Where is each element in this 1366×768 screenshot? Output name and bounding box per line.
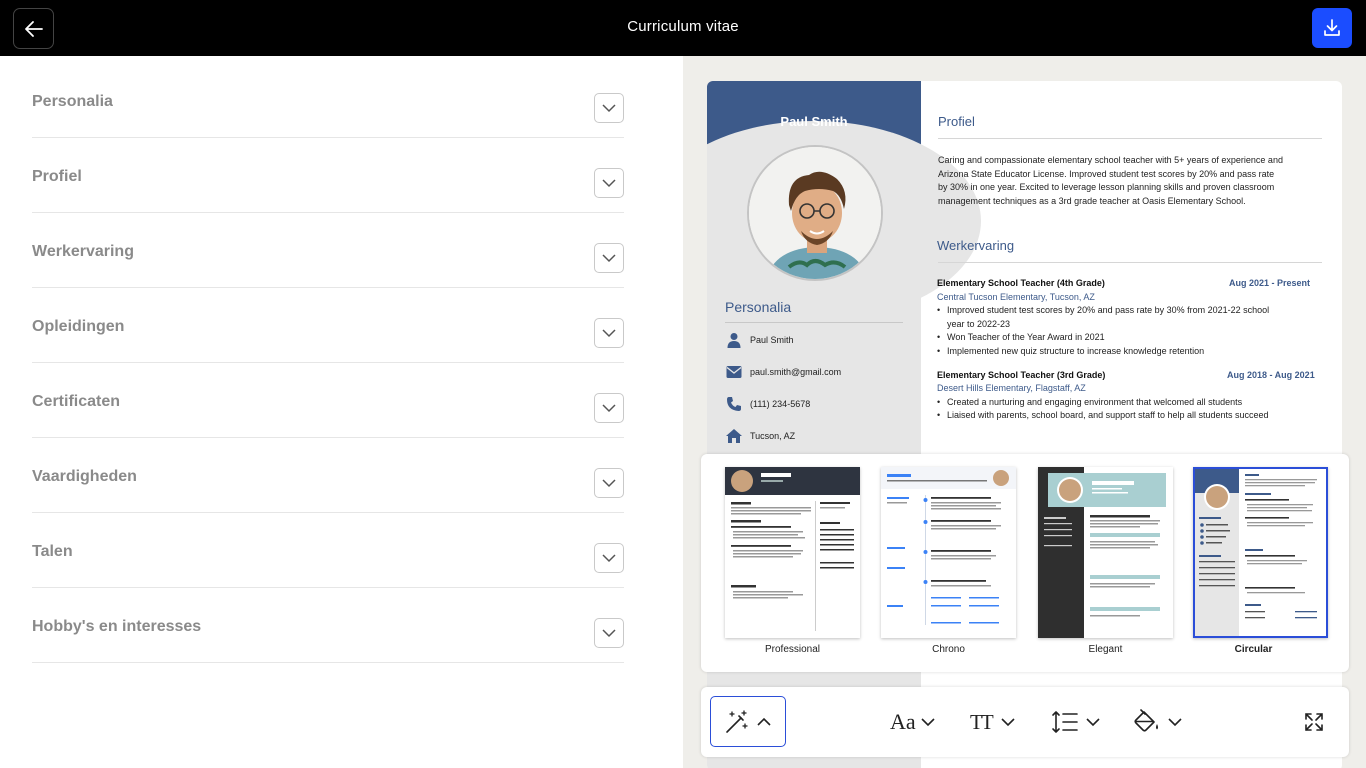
top-bar: Curriculum vitae: [0, 0, 1366, 56]
magic-wand-icon: [726, 709, 748, 733]
section-label: Certificaten: [32, 393, 121, 410]
chevron-down-icon: [602, 329, 616, 338]
expand-button[interactable]: [594, 93, 624, 123]
chevron-down-icon: [1001, 718, 1015, 727]
chevron-down-icon: [602, 179, 616, 188]
download-icon: [1324, 19, 1340, 36]
section-label: Hobby's en interesses: [32, 618, 202, 635]
expand-button[interactable]: [594, 618, 624, 648]
job-bullet: Created a nurturing and engaging environ…: [937, 396, 1287, 410]
section-label: Profiel: [32, 168, 82, 185]
template-label: Elegant: [1088, 644, 1123, 655]
expand-icon: [1305, 713, 1323, 731]
section-vaardigheden[interactable]: Vaardigheden: [32, 438, 624, 513]
expand-button[interactable]: [594, 543, 624, 573]
chevron-down-icon: [602, 104, 616, 113]
section-label: Opleidingen: [32, 318, 125, 335]
job-bullet: Implemented new quiz structure to increa…: [937, 345, 1287, 359]
job-company: Central Tucson Elementary, Tucson, AZ: [937, 292, 1095, 302]
job-bullet: Liaised with parents, school board, and …: [937, 409, 1287, 423]
cv-contact-name: Paul Smith: [725, 330, 905, 350]
expand-button[interactable]: [594, 243, 624, 273]
chevron-up-icon: [757, 717, 771, 726]
section-certificaten[interactable]: Certificaten: [32, 363, 624, 438]
section-profiel[interactable]: Profiel: [32, 138, 624, 213]
download-button[interactable]: [1312, 8, 1352, 48]
cv-contact-email: paul.smith@gmail.com: [725, 362, 905, 382]
style-toolbar: Aa TT: [701, 687, 1349, 757]
line-spacing-icon: [1052, 711, 1078, 733]
chevron-down-icon: [602, 629, 616, 638]
size-label: TT: [970, 709, 994, 734]
section-label: Talen: [32, 543, 73, 560]
chevron-down-icon: [602, 479, 616, 488]
job-date: Aug 2018 - Aug 2021: [1227, 370, 1315, 380]
font-label: Aa: [890, 709, 916, 734]
cv-personalia-title: Personalia: [725, 299, 792, 315]
template-label: Professional: [764, 644, 821, 655]
job-date: Aug 2021 - Present: [1229, 278, 1311, 288]
color-dropdown[interactable]: [1133, 705, 1183, 739]
fullscreen-button[interactable]: [1301, 709, 1327, 735]
job-title: Elementary School Teacher (4th Grade): [937, 278, 1105, 288]
template-elegant[interactable]: [1038, 467, 1173, 638]
job-title: Elementary School Teacher (3rd Grade): [937, 370, 1106, 380]
template-circular[interactable]: [1193, 467, 1328, 638]
section-hobbys[interactable]: Hobby's en interesses: [32, 588, 624, 663]
section-label: Vaardigheden: [32, 468, 137, 485]
chevron-down-icon: [1168, 718, 1182, 727]
section-talen[interactable]: Talen: [32, 513, 624, 588]
expand-button[interactable]: [594, 318, 624, 348]
expand-button[interactable]: [594, 168, 624, 198]
person-icon: [725, 331, 743, 349]
expand-button[interactable]: [594, 468, 624, 498]
editor-panel: Personalia Profiel Werkervaring Opleidin…: [0, 56, 683, 768]
chevron-down-icon: [1086, 718, 1100, 727]
font-size-dropdown[interactable]: TT: [970, 705, 1016, 739]
cv-profile-title: Profiel: [938, 114, 975, 129]
template-professional[interactable]: [725, 467, 860, 638]
chevron-down-icon: [602, 404, 616, 413]
job-bullet: Improved student test scores by 20% and …: [937, 304, 1287, 331]
chevron-down-icon: [602, 554, 616, 563]
chevron-down-icon: [921, 718, 935, 727]
cv-contact-phone: (111) 234-5678: [725, 394, 905, 414]
expand-button[interactable]: [594, 393, 624, 423]
line-spacing-dropdown[interactable]: [1051, 705, 1101, 739]
phone-icon: [725, 395, 743, 413]
template-chrono[interactable]: [881, 467, 1016, 638]
section-label: Personalia: [32, 93, 113, 110]
cv-name: Paul Smith: [780, 114, 848, 129]
section-opleidingen[interactable]: Opleidingen: [32, 288, 624, 363]
home-icon: [725, 427, 743, 445]
section-werkervaring[interactable]: Werkervaring: [32, 213, 624, 288]
cv-profile-text: Caring and compassionate elementary scho…: [938, 155, 1283, 206]
page-title: Curriculum vitae: [627, 18, 739, 35]
section-label: Werkervaring: [32, 243, 134, 260]
paint-bucket-icon: [1134, 709, 1158, 732]
template-label: Chrono: [932, 644, 965, 655]
template-label: Circular: [1234, 644, 1273, 655]
section-personalia[interactable]: Personalia: [32, 63, 624, 138]
back-button[interactable]: [13, 8, 54, 49]
cv-contact-location: Tucson, AZ: [725, 426, 905, 446]
avatar: [747, 145, 883, 281]
preview-panel: Paul Smith Personalia Paul Smith paul.sm…: [683, 56, 1366, 768]
job-bullet: Won Teacher of the Year Award in 2021: [937, 331, 1287, 345]
chevron-down-icon: [602, 254, 616, 263]
ai-magic-button[interactable]: [710, 696, 786, 747]
arrow-left-icon: [24, 20, 43, 37]
template-picker: Professional Chrono Elegant Circular: [701, 454, 1349, 672]
cv-experience-title: Werkervaring: [937, 238, 1015, 253]
job-company: Desert Hills Elementary, Flagstaff, AZ: [937, 383, 1086, 393]
email-icon: [725, 363, 743, 381]
font-family-dropdown[interactable]: Aa: [890, 705, 936, 739]
